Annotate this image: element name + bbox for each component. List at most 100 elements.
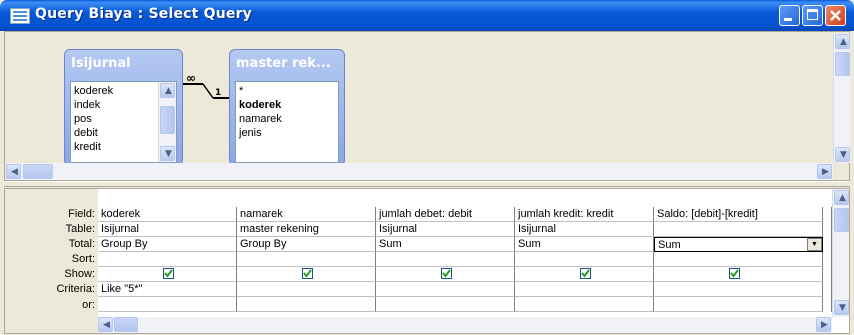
scroll-up-button[interactable]: ▲	[834, 190, 849, 205]
criteria-cell[interactable]	[654, 282, 823, 297]
table-pane-hscrollbar[interactable]: ◀ ▶	[6, 163, 833, 180]
field-item[interactable]: *	[239, 85, 243, 98]
close-icon	[830, 10, 841, 21]
total-dropdown-button[interactable]: ▼	[807, 238, 822, 251]
scroll-up-button[interactable]: ▲	[835, 34, 850, 49]
chevron-left-icon: ◀	[11, 167, 18, 177]
design-grid[interactable]: Field: Table: Total: Sort: Show: Criteri…	[4, 188, 850, 334]
field-item[interactable]: indek	[74, 99, 100, 112]
scroll-thumb[interactable]	[114, 317, 138, 332]
show-checkbox[interactable]	[441, 268, 452, 279]
show-checkbox[interactable]	[729, 268, 740, 279]
sort-cell[interactable]	[654, 252, 823, 267]
chevron-down-icon: ▼	[839, 303, 846, 313]
maximize-button[interactable]	[802, 5, 823, 26]
grid-hscrollbar[interactable]: ◀ ▶	[98, 317, 832, 333]
table-cell[interactable]: Isijurnal	[98, 222, 237, 237]
field-item[interactable]: debit	[74, 127, 98, 140]
field-cell[interactable]: Saldo: [debit]-[kredit]	[654, 207, 823, 222]
scroll-left-button[interactable]: ◀	[98, 317, 113, 332]
field-cell[interactable]: koderek	[98, 207, 237, 222]
criteria-cell[interactable]	[515, 282, 654, 297]
table-pane-vscrollbar[interactable]: ▲ ▼	[833, 33, 850, 163]
scroll-thumb[interactable]	[23, 164, 53, 179]
chevron-up-icon: ▲	[839, 193, 846, 203]
total-cell[interactable]: Sum	[515, 237, 654, 252]
grid-cells[interactable]: koderek Isijurnal Group By Like "5*" nam…	[98, 189, 832, 317]
total-cell[interactable]: Group By	[98, 237, 237, 252]
or-cell[interactable]	[376, 297, 515, 312]
sort-cell[interactable]	[237, 252, 376, 267]
show-cell[interactable]	[237, 267, 376, 282]
criteria-cell[interactable]: Like "5*"	[98, 282, 237, 297]
scroll-thumb[interactable]	[835, 52, 850, 76]
minimize-button[interactable]	[779, 5, 800, 26]
pane-splitter[interactable]	[4, 181, 850, 187]
table-master-rekening[interactable]: master rek... * koderek namarek jenis	[229, 49, 345, 166]
or-cell[interactable]	[515, 297, 654, 312]
table-title-isijurnal: Isijurnal	[71, 56, 131, 71]
field-item-key[interactable]: koderek	[239, 99, 281, 112]
show-checkbox[interactable]	[580, 268, 591, 279]
row-label-field: Field:	[68, 208, 95, 220]
show-checkbox[interactable]	[302, 268, 313, 279]
show-cell[interactable]	[654, 267, 823, 282]
show-cell[interactable]	[98, 267, 237, 282]
field-item[interactable]: pos	[74, 113, 92, 126]
scroll-down-button[interactable]: ▼	[834, 300, 849, 315]
chevron-down-icon: ▼	[840, 150, 847, 160]
field-cell[interactable]: jumlah kredit: kredit	[515, 207, 654, 222]
row-label-table: Table:	[65, 223, 95, 235]
checkmark-icon	[303, 269, 312, 278]
table-cell[interactable]: Isijurnal	[515, 222, 654, 237]
field-item[interactable]: namarek	[239, 113, 282, 126]
close-button[interactable]	[825, 5, 846, 26]
scroll-down-button[interactable]: ▼	[835, 147, 850, 162]
show-cell[interactable]	[376, 267, 515, 282]
row-label-total: Total:	[68, 238, 95, 250]
scroll-left-button[interactable]: ◀	[6, 164, 21, 179]
sort-cell[interactable]	[376, 252, 515, 267]
or-cell[interactable]	[654, 297, 823, 312]
many-side-label: ∞	[186, 72, 196, 85]
field-cell[interactable]: namarek	[237, 207, 376, 222]
field-item[interactable]: koderek	[74, 85, 113, 98]
or-cell[interactable]	[237, 297, 376, 312]
or-cell[interactable]	[98, 297, 237, 312]
total-cell[interactable]: Sum	[376, 237, 515, 252]
table-cell[interactable]: master rekening	[237, 222, 376, 237]
table-cell[interactable]: Isijurnal	[376, 222, 515, 237]
chevron-down-icon: ▼	[165, 149, 172, 159]
empty-column[interactable]	[823, 207, 832, 312]
table-pane[interactable]: Isijurnal koderek indek pos debit kredit…	[4, 31, 850, 181]
row-label-show: Show:	[64, 268, 95, 280]
table-cell[interactable]	[654, 222, 823, 237]
total-cell[interactable]: Group By	[237, 237, 376, 252]
table-isijurnal[interactable]: Isijurnal koderek indek pos debit kredit…	[64, 49, 183, 166]
criteria-cell[interactable]	[376, 282, 515, 297]
field-list-isijurnal[interactable]: koderek indek pos debit kredit ▲ ▼	[70, 81, 177, 163]
show-checkbox[interactable]	[163, 268, 174, 279]
field-cell[interactable]: jumlah debet: debit	[376, 207, 515, 222]
grid-vscrollbar[interactable]: ▲ ▼	[832, 189, 849, 317]
scroll-down-button[interactable]: ▼	[160, 146, 175, 161]
row-label-or: or:	[82, 299, 95, 311]
column-selector-row[interactable]	[98, 189, 832, 207]
scroll-right-button[interactable]: ▶	[817, 164, 832, 179]
scroll-thumb[interactable]	[834, 208, 849, 232]
scroll-thumb[interactable]	[160, 106, 175, 134]
sort-cell[interactable]	[98, 252, 237, 267]
scroll-up-button[interactable]: ▲	[160, 83, 175, 98]
criteria-cell[interactable]	[237, 282, 376, 297]
row-label-criteria: Criteria:	[56, 283, 95, 295]
show-cell[interactable]	[515, 267, 654, 282]
field-list-master-rekening[interactable]: * koderek namarek jenis	[235, 81, 339, 163]
sort-cell[interactable]	[515, 252, 654, 267]
total-cell[interactable]: Sum ▼	[654, 237, 823, 252]
chevron-left-icon: ◀	[103, 320, 110, 330]
field-item[interactable]: jenis	[239, 127, 262, 140]
scroll-right-button[interactable]: ▶	[816, 317, 831, 332]
title-bar[interactable]: Query Biaya : Select Query	[0, 0, 854, 31]
field-list-scrollbar[interactable]: ▲ ▼	[158, 82, 176, 162]
field-item[interactable]: kredit	[74, 141, 101, 154]
